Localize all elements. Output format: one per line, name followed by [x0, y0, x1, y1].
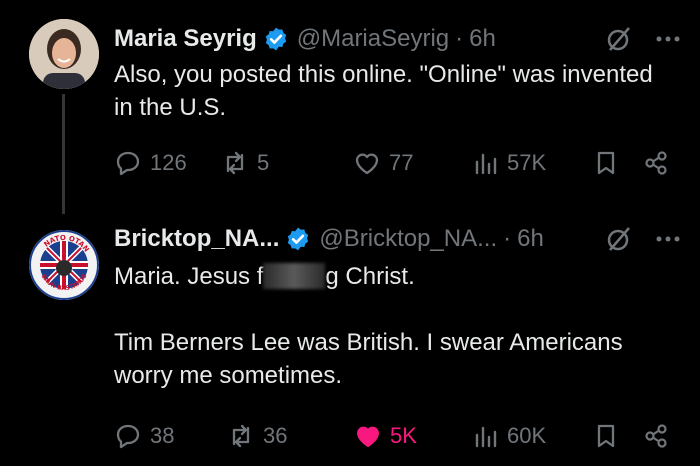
thread-line	[62, 94, 65, 214]
tweet-text: Maria. Jesus f g Christ. Tim Berners Lee …	[114, 260, 676, 392]
tweet-paragraph: Also, you posted this online. "Online" w…	[114, 61, 653, 121]
tweet-paragraph: Tim Berners Lee was British. I swear Ame…	[114, 329, 623, 389]
text-before-censor: Maria. Jesus f	[114, 263, 264, 290]
reply-icon	[116, 424, 140, 449]
dot-separator: ·	[455, 25, 464, 52]
bookmark-icon	[597, 151, 615, 175]
action-bar: 126 5 77 57K	[114, 147, 676, 179]
repost-icon	[226, 151, 244, 175]
tweet-header: Maria Seyrig @MariaSeyrig · 6h	[114, 24, 680, 54]
views-icon	[475, 426, 497, 448]
repost-button[interactable]: 36	[227, 420, 287, 452]
author-handle[interactable]: @Bricktop_NA...	[319, 225, 497, 253]
share-icon	[645, 151, 667, 175]
like-button[interactable]: 77	[353, 147, 413, 179]
repost-count: 5	[257, 150, 270, 175]
action-bar: 38 36 5K 60K	[114, 420, 676, 452]
reply-count: 38	[150, 423, 175, 448]
like-icon	[357, 426, 379, 447]
header-actions	[604, 224, 680, 254]
bookmark-button[interactable]	[592, 420, 620, 452]
grok-icon[interactable]	[604, 224, 634, 254]
avatar[interactable]: NATO OTAN SAUN BASTARDS	[29, 230, 99, 300]
reply-button[interactable]: 38	[114, 420, 174, 452]
views-icon	[475, 153, 497, 175]
share-button[interactable]	[642, 420, 670, 452]
reply-button[interactable]: 126	[114, 147, 187, 179]
share-icon	[645, 424, 667, 448]
avatar[interactable]	[29, 19, 99, 89]
tweet-text: Also, you posted this online. "Online" w…	[114, 58, 676, 124]
grok-icon[interactable]	[604, 24, 634, 54]
bookmark-icon	[597, 424, 615, 448]
tweet-header: Bricktop_NA... @Bricktop_NA... · 6h	[114, 224, 680, 254]
tweet-bricktop[interactable]: NATO OTAN SAUN BASTARDS Bricktop_NA... @…	[0, 214, 700, 466]
verified-badge-icon	[288, 227, 309, 251]
timestamp[interactable]: 6h	[517, 225, 544, 253]
repost-button[interactable]: 5	[221, 147, 269, 179]
repost-icon	[232, 424, 250, 448]
repost-count: 36	[263, 423, 288, 448]
bookmark-button[interactable]	[592, 147, 620, 179]
views-count: 57K	[507, 150, 547, 175]
views-count: 60K	[507, 423, 547, 448]
timestamp[interactable]: 6h	[469, 25, 496, 53]
text-after-censor: g Christ.	[325, 263, 415, 290]
header-actions	[604, 24, 680, 54]
avatar-photo	[29, 19, 99, 89]
more-icon[interactable]	[656, 35, 680, 43]
avatar-badge: NATO OTAN SAUN BASTARDS	[29, 230, 99, 300]
like-icon	[355, 153, 379, 175]
dot-separator: ·	[503, 225, 512, 252]
author-name[interactable]: Maria Seyrig	[114, 25, 257, 53]
like-count: 77	[389, 150, 414, 175]
like-button[interactable]: 5K	[354, 420, 417, 452]
like-count: 5K	[390, 423, 417, 448]
tweet-paragraph: Maria. Jesus f g Christ.	[114, 260, 676, 293]
author-handle[interactable]: @MariaSeyrig	[297, 25, 449, 53]
reply-icon	[116, 151, 140, 176]
censor-blur	[263, 263, 326, 289]
share-button[interactable]	[642, 147, 670, 179]
author-name[interactable]: Bricktop_NA...	[114, 225, 279, 253]
verified-badge-icon	[265, 27, 286, 51]
reply-count: 126	[150, 150, 187, 175]
views-button[interactable]: 57K	[471, 147, 546, 179]
more-icon[interactable]	[656, 235, 680, 243]
tweet-maria[interactable]: Maria Seyrig @MariaSeyrig · 6h Also, you…	[0, 0, 700, 214]
views-button[interactable]: 60K	[471, 420, 546, 452]
